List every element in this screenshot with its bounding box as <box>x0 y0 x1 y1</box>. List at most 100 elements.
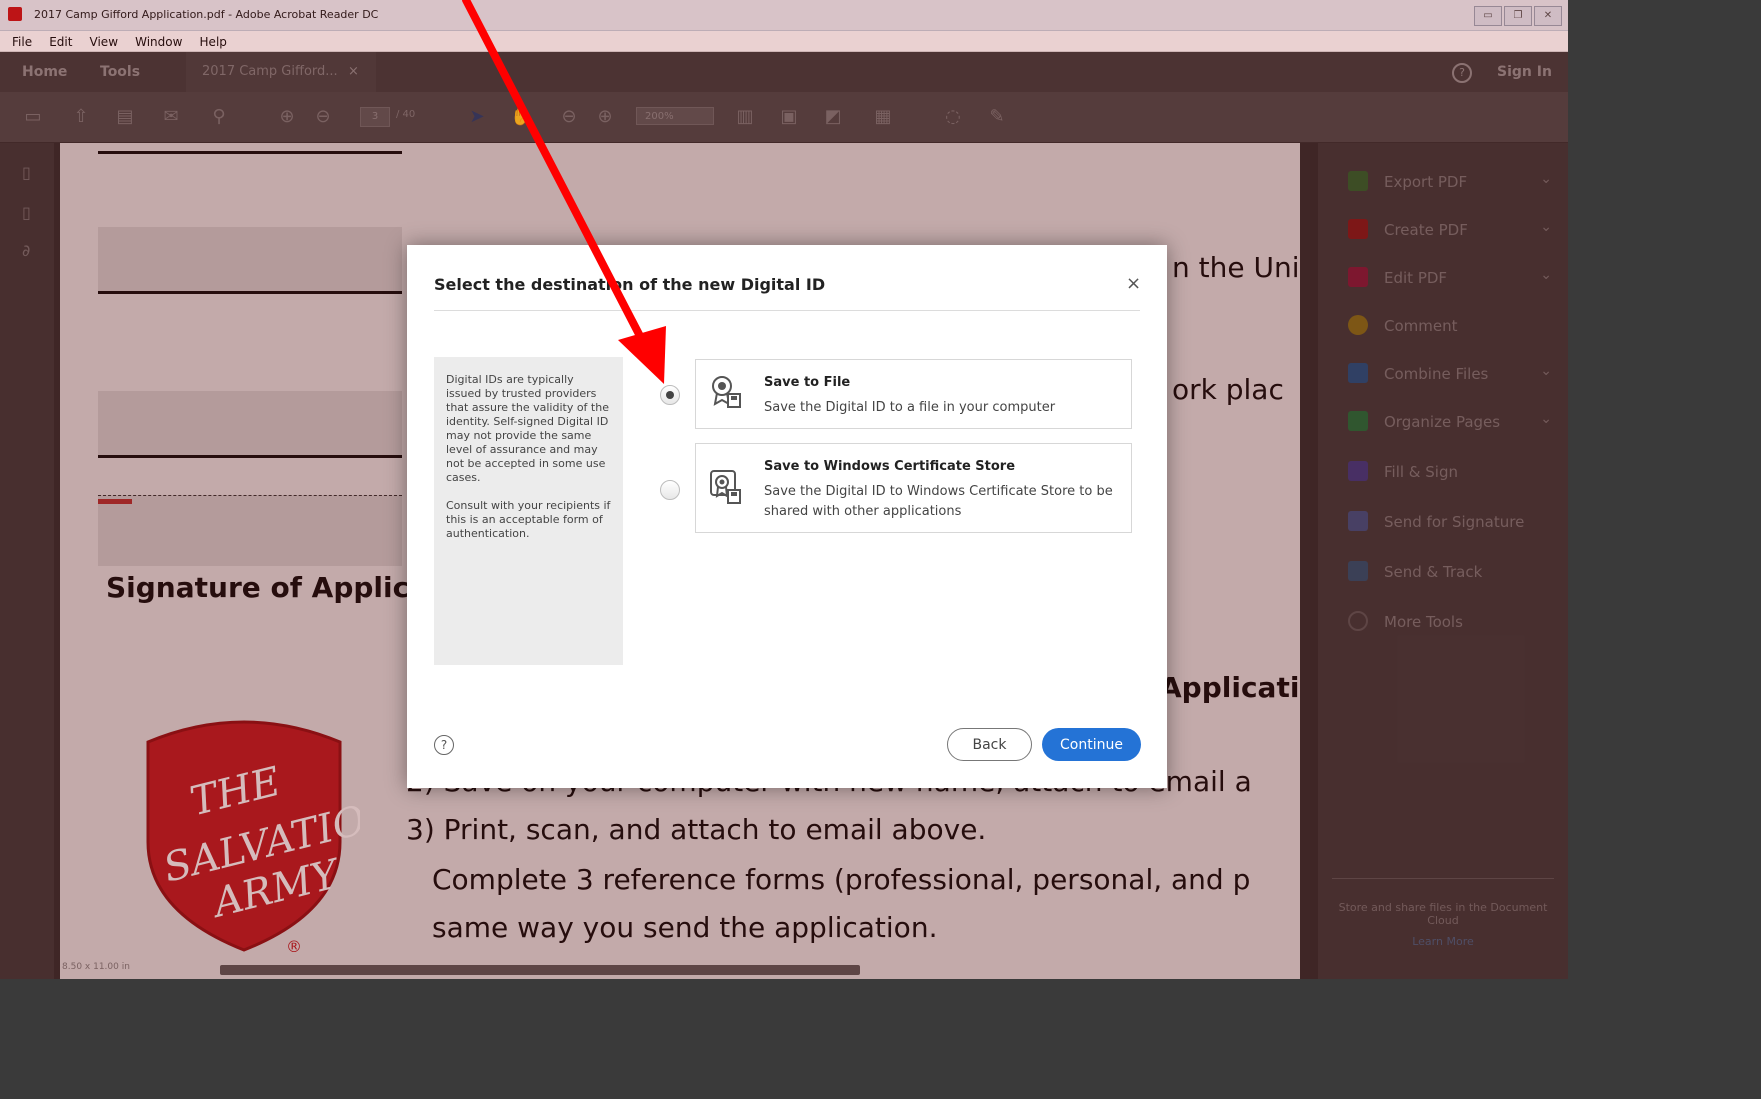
tool-create-pdf[interactable]: Create PDF ⌄ <box>1348 215 1558 243</box>
save-icon[interactable]: ▭ <box>22 106 44 128</box>
bookmark-icon[interactable]: ▯ <box>22 203 40 222</box>
combine-files-icon <box>1348 363 1368 383</box>
comment-bubble-icon <box>1348 315 1368 335</box>
form-line <box>98 291 402 294</box>
zoom-in-icon[interactable]: ⊕ <box>594 106 616 128</box>
nav-tools[interactable]: Tools <box>100 64 140 80</box>
tool-fill-sign[interactable]: Fill & Sign <box>1348 457 1558 485</box>
pages-thumbnail-icon[interactable]: ▯ <box>22 163 40 182</box>
form-line <box>98 455 402 458</box>
digital-id-destination-dialog: Select the destination of the new Digita… <box>407 245 1167 788</box>
field-marker <box>98 499 132 504</box>
tool-comment[interactable]: Comment <box>1348 311 1558 339</box>
tool-more-tools[interactable]: More Tools <box>1348 607 1558 635</box>
select-cursor-icon[interactable]: ➤ <box>466 106 488 128</box>
tool-send-for-signature[interactable]: Send for Signature <box>1348 507 1558 535</box>
chevron-down-icon[interactable]: ⌄ <box>1540 267 1552 283</box>
comment-icon[interactable]: ◌ <box>942 106 964 128</box>
form-field-box <box>98 227 402 291</box>
window-title-bar: 2017 Camp Gifford Application.pdf - Adob… <box>0 0 1568 31</box>
info-paragraph-2: Consult with your recipients if this is … <box>446 499 611 540</box>
chevron-down-icon[interactable]: ⌄ <box>1540 363 1552 379</box>
chevron-down-icon[interactable]: ⌄ <box>1540 219 1552 235</box>
menu-bar: File Edit View Window Help <box>0 31 1568 52</box>
horizontal-scrollbar[interactable] <box>220 965 860 975</box>
menu-help[interactable]: Help <box>200 32 227 52</box>
document-tab[interactable]: 2017 Camp Gifford... × <box>186 52 376 92</box>
signature-field-box <box>98 495 402 566</box>
page-number-input[interactable]: 3 <box>360 107 390 127</box>
tab-close-icon[interactable]: × <box>348 64 359 79</box>
save-to-file-radio[interactable] <box>660 385 680 405</box>
form-field-box <box>98 391 402 455</box>
send-for-signature-icon <box>1348 511 1368 531</box>
left-navigation-rail: ▯ ▯ ∂ <box>0 143 54 979</box>
info-paragraph-1: Digital IDs are typically issued by trus… <box>446 373 609 484</box>
print-icon[interactable]: ▤ <box>114 106 136 128</box>
option-save-to-windows-certificate-store[interactable]: Save to Windows Certificate Store Save t… <box>695 443 1132 533</box>
option-title: Save to File <box>764 375 851 390</box>
restore-button[interactable]: ❐ <box>1504 6 1532 26</box>
hand-tool-icon[interactable]: ✋ <box>510 106 532 128</box>
close-icon[interactable]: × <box>1126 273 1141 294</box>
tool-combine-files[interactable]: Combine Files ⌄ <box>1348 359 1558 387</box>
page-view-icon[interactable]: ▣ <box>778 106 800 128</box>
tool-edit-pdf[interactable]: Edit PDF ⌄ <box>1348 263 1558 291</box>
tool-export-pdf[interactable]: Export PDF ⌄ <box>1348 167 1558 195</box>
zoom-level-select[interactable]: 200% <box>636 107 714 125</box>
nav-home[interactable]: Home <box>22 64 67 80</box>
document-line-5: same way you send the application. <box>432 911 938 944</box>
chevron-down-icon[interactable]: ⌄ <box>1540 171 1552 187</box>
menu-window[interactable]: Window <box>135 32 182 52</box>
attachment-icon[interactable]: ∂ <box>22 241 40 260</box>
save-to-windows-store-radio[interactable] <box>660 480 680 500</box>
document-cloud-promo: Store and share files in the Document Cl… <box>1332 878 1554 975</box>
back-button[interactable]: Back <box>947 728 1032 761</box>
close-window-button[interactable]: ✕ <box>1534 6 1562 26</box>
sign-in-link[interactable]: Sign In <box>1497 64 1552 80</box>
page-size-status: 8.50 x 11.00 in <box>62 962 130 972</box>
option-description: Save the Digital ID to a file in your co… <box>764 400 1056 415</box>
salvation-army-logo: THE SALVATION ARMY ® <box>146 720 360 954</box>
upload-cloud-icon[interactable]: ⇧ <box>70 106 92 128</box>
tool-organize-pages[interactable]: Organize Pages ⌄ <box>1348 407 1558 435</box>
create-pdf-icon <box>1348 219 1368 239</box>
certificate-file-icon <box>712 376 741 408</box>
certificate-store-icon <box>710 470 741 504</box>
edit-pdf-icon <box>1348 267 1368 287</box>
full-screen-icon[interactable]: ◩ <box>822 106 844 128</box>
help-icon[interactable]: ? <box>434 735 454 755</box>
chevron-down-icon[interactable]: ⌄ <box>1540 411 1552 427</box>
continue-button[interactable]: Continue <box>1042 728 1141 761</box>
fill-sign-icon <box>1348 461 1368 481</box>
menu-edit[interactable]: Edit <box>49 32 72 52</box>
next-page-icon[interactable]: ⊖ <box>312 106 334 128</box>
option-description: Save the Digital ID to Windows Certifica… <box>764 484 1113 519</box>
menu-file[interactable]: File <box>12 32 32 52</box>
search-icon[interactable]: ⚲ <box>208 106 230 128</box>
option-save-to-file[interactable]: Save to File Save the Digital ID to a fi… <box>695 359 1132 429</box>
menu-view[interactable]: View <box>90 32 118 52</box>
tool-send-track[interactable]: Send & Track <box>1348 557 1558 585</box>
document-line-3: 3) Print, scan, and attach to email abov… <box>406 813 987 846</box>
signature-label: Signature of Applica <box>106 571 429 604</box>
form-line <box>98 151 402 154</box>
window-title: 2017 Camp Gifford Application.pdf - Adob… <box>34 8 379 21</box>
document-text-ork: ork plac <box>1172 373 1284 406</box>
top-nav-bar: Home Tools 2017 Camp Gifford... × ? Sign… <box>0 52 1568 92</box>
zoom-out-icon[interactable]: ⊖ <box>558 106 580 128</box>
svg-text:®: ® <box>286 937 302 954</box>
pen-icon[interactable]: ✎ <box>986 106 1008 128</box>
document-tab-label: 2017 Camp Gifford... <box>202 64 338 79</box>
learn-more-link[interactable]: Learn More <box>1332 935 1554 948</box>
cloud-promo-text: Store and share files in the Document Cl… <box>1338 901 1548 927</box>
acrobat-app-icon <box>8 7 22 21</box>
prev-page-icon[interactable]: ⊕ <box>276 106 298 128</box>
minimize-button[interactable]: ▭ <box>1474 6 1502 26</box>
read-mode-icon[interactable]: ▦ <box>872 106 894 128</box>
document-line-4: Complete 3 reference forms (professional… <box>432 863 1251 896</box>
help-icon[interactable]: ? <box>1452 63 1472 83</box>
tools-panel: Export PDF ⌄ Create PDF ⌄ Edit PDF ⌄ Com… <box>1320 143 1568 979</box>
email-icon[interactable]: ✉ <box>160 106 182 128</box>
fit-page-icon[interactable]: ▥ <box>734 106 756 128</box>
